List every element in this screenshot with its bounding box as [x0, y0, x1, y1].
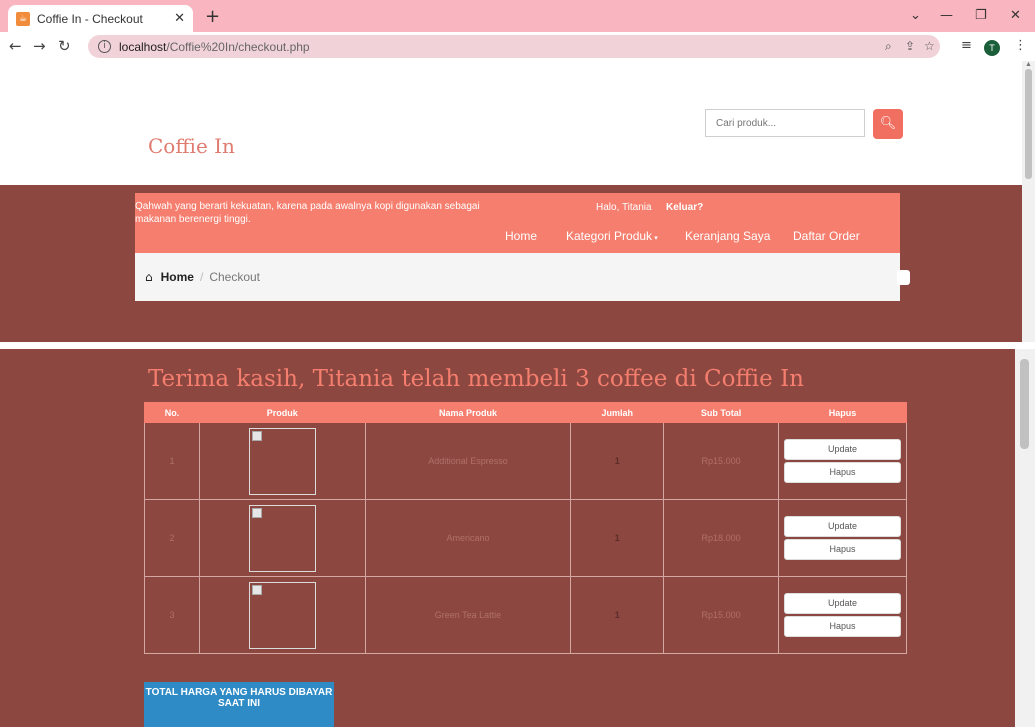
- info-icon[interactable]: i: [98, 40, 111, 53]
- profile-avatar[interactable]: T: [984, 40, 1000, 56]
- tagline: Qahwah yang berarti kekuatan, karena pad…: [135, 201, 480, 225]
- tab-title: Coffie In - Checkout: [37, 11, 143, 26]
- url-path: /Coffie%20In/checkout.php: [166, 39, 310, 54]
- actions-cell: Update Hapus: [777, 422, 908, 500]
- row-number: 2: [144, 499, 200, 577]
- broken-image-icon: [251, 507, 262, 518]
- header-no: No.: [144, 402, 200, 423]
- brand-logo[interactable]: Coffie In: [148, 134, 235, 158]
- back-icon[interactable]: ←: [9, 37, 22, 55]
- product-name: Americano: [364, 499, 572, 577]
- thank-you-heading: Terima kasih, Titania telah membeli 3 co…: [148, 366, 804, 392]
- page-scrollbar-2[interactable]: [1015, 349, 1035, 727]
- total-price-button[interactable]: TOTAL HARGA YANG HARUS DIBAYAR SAAT INI: [144, 682, 334, 727]
- forward-icon[interactable]: →: [33, 37, 46, 55]
- close-window-icon[interactable]: ✕: [1010, 8, 1021, 23]
- tab-search-icon[interactable]: ⌄: [910, 8, 921, 23]
- scroll-up-icon[interactable]: ▲: [1025, 61, 1032, 68]
- address-bar[interactable]: i localhost /Coffie%20In/checkout.php ⌕ …: [88, 35, 940, 58]
- scrollbar-thumb[interactable]: [1025, 69, 1032, 179]
- breadcrumb-separator: /: [199, 270, 204, 284]
- header-subtotal: Sub Total: [663, 402, 779, 423]
- home-icon: ⌂: [145, 270, 153, 284]
- browser-tabstrip: ☕ Coffie In - Checkout ✕ + ⌄ — ❐ ✕: [0, 0, 1035, 32]
- product-subtotal: Rp15.000: [663, 422, 779, 500]
- restore-icon[interactable]: ❐: [975, 8, 987, 23]
- logout-link[interactable]: Keluar?: [666, 202, 703, 213]
- page-scrollbar[interactable]: ▲: [1022, 61, 1035, 342]
- product-image: [248, 504, 316, 572]
- nav-home[interactable]: Home: [505, 229, 537, 243]
- search-icon: 🔍︎: [879, 116, 897, 131]
- header-product: Produk: [198, 402, 366, 423]
- bookmark-star-icon[interactable]: ☆: [924, 39, 935, 53]
- actions-cell: Update Hapus: [777, 576, 908, 654]
- broken-image-icon: [251, 430, 262, 441]
- update-button[interactable]: Update: [783, 593, 901, 614]
- product-name: Green Tea Lattie: [364, 576, 572, 654]
- product-quantity: 1: [570, 422, 665, 500]
- header-delete: Hapus: [777, 402, 908, 423]
- cart-table: No. Produk Nama Produk Jumlah Sub Total …: [144, 402, 908, 654]
- update-button[interactable]: Update: [783, 516, 901, 537]
- broken-image-icon: [251, 584, 262, 595]
- delete-button[interactable]: Hapus: [783, 539, 901, 560]
- close-tab-icon[interactable]: ✕: [174, 11, 185, 26]
- product-image: [248, 581, 316, 649]
- product-subtotal: Rp15.000: [663, 576, 779, 654]
- table-header-row: No. Produk Nama Produk Jumlah Sub Total …: [144, 402, 908, 423]
- nav-categories-label: Kategori Produk: [566, 229, 653, 243]
- product-quantity: 1: [570, 499, 665, 577]
- url-host: localhost: [119, 39, 167, 54]
- table-row: 2 Americano 1 Rp18.000 Update Hapus: [144, 499, 908, 577]
- breadcrumb-home[interactable]: Home: [161, 270, 194, 284]
- product-image-cell: [198, 422, 366, 500]
- scrollbar-thumb-2[interactable]: [1020, 359, 1029, 449]
- breadcrumb-edge: [897, 270, 910, 285]
- browser-toolbar: ← → ↻ i localhost /Coffie%20In/checkout.…: [0, 32, 1035, 61]
- user-greeting: Halo, Titania: [596, 202, 652, 213]
- update-button[interactable]: Update: [783, 439, 901, 460]
- product-quantity: 1: [570, 576, 665, 654]
- reading-list-icon[interactable]: ≡: [961, 38, 972, 53]
- product-image-cell: [198, 499, 366, 577]
- minimize-icon[interactable]: —: [940, 8, 953, 23]
- search-button[interactable]: 🔍︎: [873, 109, 903, 139]
- product-name: Additional Espresso: [364, 422, 572, 500]
- product-image: [248, 427, 316, 495]
- share-icon[interactable]: ⇪: [905, 39, 915, 53]
- zoom-icon[interactable]: ⌕: [885, 39, 892, 54]
- row-number: 1: [144, 422, 200, 500]
- breadcrumb-current: Checkout: [209, 270, 261, 284]
- more-menu-icon[interactable]: ⋮: [1014, 38, 1027, 53]
- product-subtotal: Rp18.000: [663, 499, 779, 577]
- header-quantity: Jumlah: [570, 402, 665, 423]
- caret-down-icon: ▾: [652, 234, 658, 242]
- nav-categories[interactable]: Kategori Produk ▾: [566, 229, 658, 243]
- row-number: 3: [144, 576, 200, 654]
- table-row: 1 Additional Espresso 1 Rp15.000 Update …: [144, 422, 908, 500]
- reload-icon[interactable]: ↻: [58, 37, 71, 55]
- browser-tab[interactable]: ☕ Coffie In - Checkout ✕: [8, 5, 193, 32]
- product-image-cell: [198, 576, 366, 654]
- new-tab-icon[interactable]: +: [205, 6, 220, 27]
- delete-button[interactable]: Hapus: [783, 462, 901, 483]
- nav-cart[interactable]: Keranjang Saya: [685, 229, 770, 243]
- section-gap: [0, 342, 1035, 349]
- header-product-name: Nama Produk: [364, 402, 572, 423]
- nav-orders[interactable]: Daftar Order: [793, 229, 860, 243]
- actions-cell: Update Hapus: [777, 499, 908, 577]
- table-row: 3 Green Tea Lattie 1 Rp15.000 Update Hap…: [144, 576, 908, 654]
- delete-button[interactable]: Hapus: [783, 616, 901, 637]
- breadcrumb: ⌂ Home / Checkout: [135, 253, 900, 301]
- coffee-favicon-icon: ☕: [16, 11, 30, 26]
- search-input[interactable]: [705, 109, 865, 137]
